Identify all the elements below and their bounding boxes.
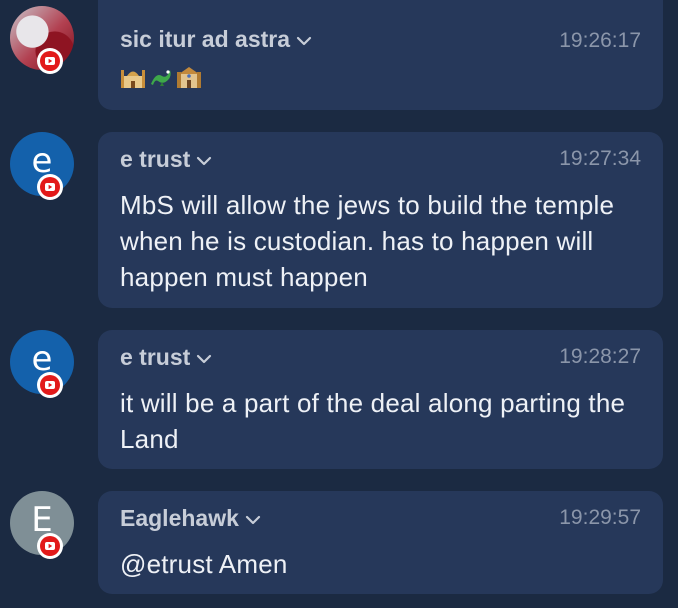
author-name[interactable]: e trust	[120, 344, 212, 371]
youtube-icon	[37, 174, 63, 200]
message-bubble: e trust 19:28:27 it will be a part of th…	[98, 330, 663, 469]
author-label: Eaglehawk	[120, 505, 239, 531]
dragon-icon	[151, 70, 171, 86]
message-text: @etrust Amen	[120, 549, 288, 579]
message-text: MbS will allow the jews to build the tem…	[120, 190, 615, 292]
author-name[interactable]: Eaglehawk	[120, 505, 261, 532]
avatar-letter: e	[31, 141, 53, 181]
author-name[interactable]: e trust	[120, 146, 212, 173]
message-text: it will be a part of the deal along part…	[120, 388, 626, 454]
timestamp: 19:29:57	[559, 506, 641, 529]
author-label: sic itur ad astra	[120, 26, 291, 52]
avatar-letter: E	[31, 500, 53, 540]
author-label: e trust	[120, 146, 191, 172]
synagogue-icon	[177, 67, 201, 88]
chevron-down-icon[interactable]	[245, 514, 261, 526]
chat-message: E Eaglehawk 19:29:57 @etrust Amen	[0, 491, 678, 594]
mosque-icon	[121, 70, 145, 88]
message-bubble: sic itur ad astra 19:26:17	[98, 0, 663, 110]
author-name[interactable]: sic itur ad astra	[120, 26, 312, 53]
timestamp: 19:26:17	[559, 29, 641, 52]
timestamp: 19:27:34	[559, 147, 641, 170]
message-bubble: Eaglehawk 19:29:57 @etrust Amen	[98, 491, 663, 594]
chevron-down-icon[interactable]	[196, 353, 212, 365]
emoji-row	[120, 64, 202, 90]
youtube-icon	[37, 533, 63, 559]
youtube-icon	[37, 372, 63, 398]
youtube-icon	[37, 48, 63, 74]
author-label: e trust	[120, 344, 191, 370]
chevron-down-icon[interactable]	[196, 155, 212, 167]
chevron-down-icon[interactable]	[296, 35, 312, 47]
chat-message: e e trust 19:28:27 it will be a part of …	[0, 330, 678, 469]
avatar-letter: e	[31, 339, 53, 379]
timestamp: 19:28:27	[559, 345, 641, 368]
chat-feed: sic itur ad astra 19:26:17 e e trust 19:…	[0, 0, 678, 608]
chat-message: e e trust 19:27:34 MbS will allow the je…	[0, 132, 678, 308]
chat-message: sic itur ad astra 19:26:17	[0, 0, 678, 110]
message-bubble: e trust 19:27:34 MbS will allow the jews…	[98, 132, 663, 308]
